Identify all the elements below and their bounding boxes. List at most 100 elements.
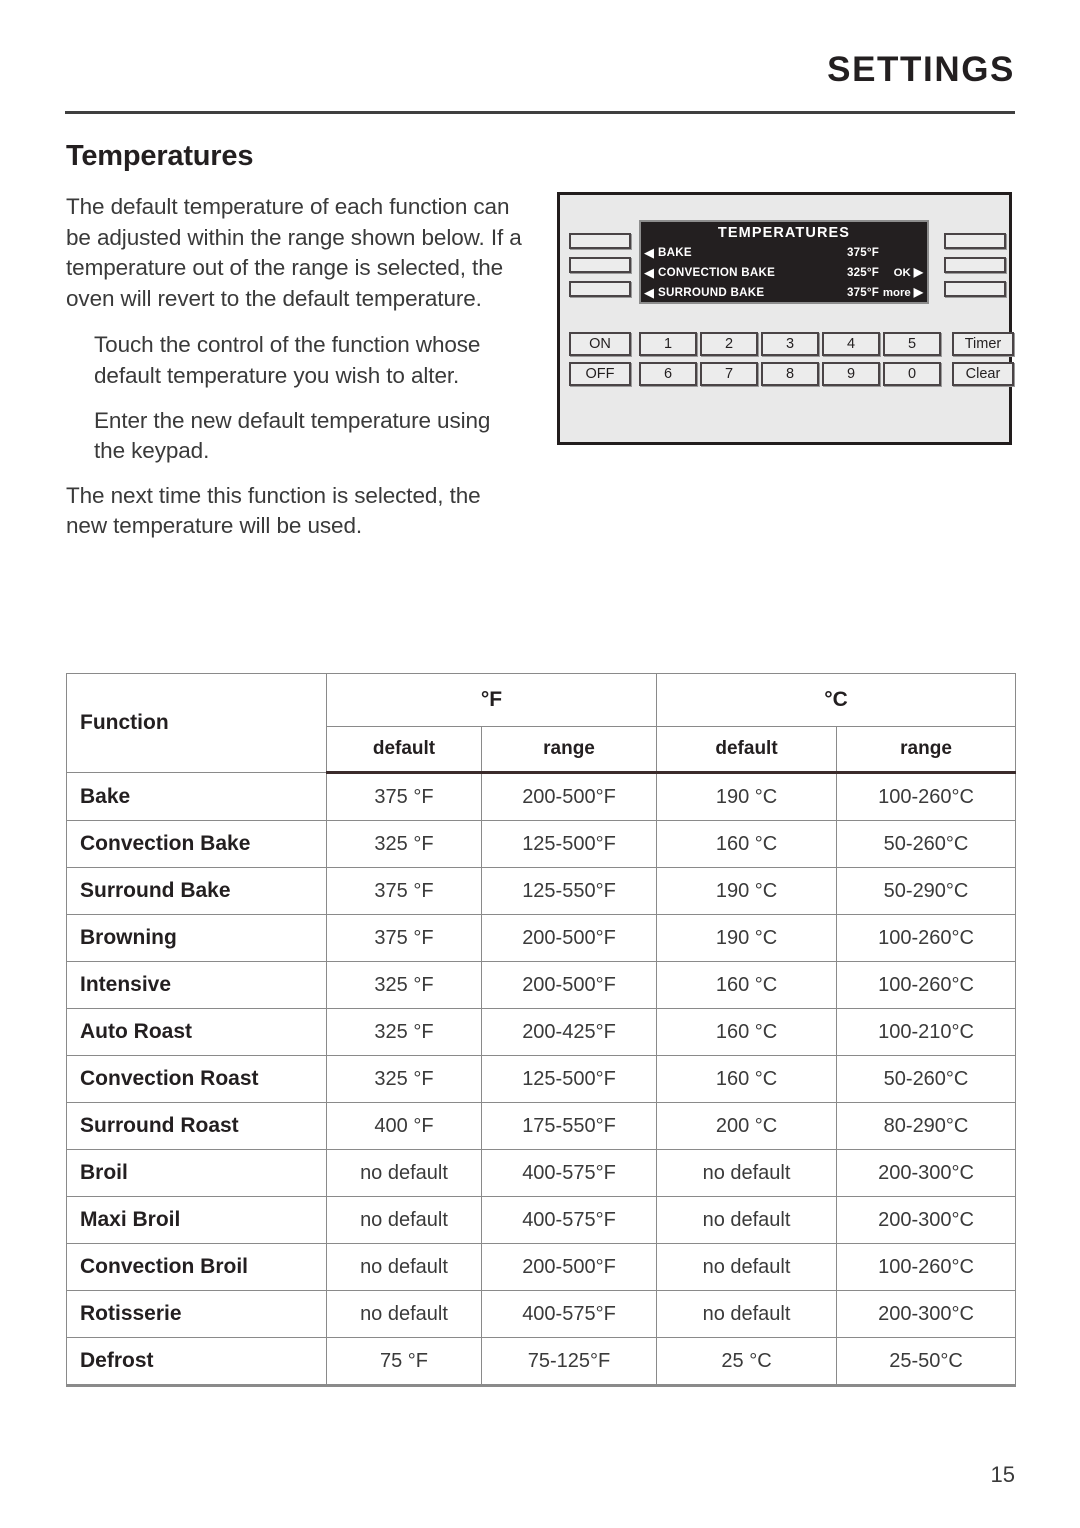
table-header-row-units: Function °F °C <box>66 673 1017 773</box>
cell-f-range: 75-125°F <box>480 1337 658 1387</box>
cell-f-range: 125-500°F <box>480 1055 658 1103</box>
cell-c-default: 190 °C <box>656 772 838 821</box>
table-row: Browning 375 °F 200-500°F 190 °C 100-260… <box>66 914 1017 962</box>
lcd-row-temperature: 375°F <box>846 285 879 299</box>
table-row: Bake 375 °F 200-500°F 190 °C 100-260°C <box>66 772 1017 821</box>
lcd-row-temperature: 325°F <box>846 265 879 279</box>
table-row: Broil no default 400-575°F no default 20… <box>66 1149 1017 1197</box>
cell-c-range: 100-260°C <box>836 772 1017 821</box>
keypad-row-bottom: OFF 6 7 8 9 0 Clear <box>569 362 1014 386</box>
cell-function: Defrost <box>66 1337 327 1387</box>
left-triangle-icon: ◀ <box>644 284 654 300</box>
lcd-display: TEMPERATURES ◀ BAKE 375°F ◀ CONVECTION B… <box>639 220 929 304</box>
cell-function: Convection Roast <box>66 1055 327 1103</box>
cell-c-default: 190 °C <box>656 867 838 915</box>
cell-f-range: 200-425°F <box>480 1008 658 1056</box>
cell-c-range: 25-50°C <box>836 1337 1017 1387</box>
key-7[interactable]: 7 <box>700 362 758 386</box>
lcd-more-label: more <box>882 287 911 299</box>
key-9[interactable]: 9 <box>822 362 880 386</box>
cell-c-default: 190 °C <box>656 914 838 962</box>
header-divider <box>65 111 1015 114</box>
key-8[interactable]: 8 <box>761 362 819 386</box>
softkey-right-2[interactable] <box>944 257 1006 273</box>
softkey-right-1[interactable] <box>944 233 1006 249</box>
column-header-f-range: range <box>480 726 658 774</box>
lcd-more-button[interactable]: more ▶ <box>879 285 923 299</box>
softkeys-left <box>569 233 631 305</box>
softkey-right-3[interactable] <box>944 281 1006 297</box>
cell-f-default: 375 °F <box>326 772 482 821</box>
lcd-row-temperature: 375°F <box>846 245 879 259</box>
cell-function: Intensive <box>66 961 327 1009</box>
column-header-c-default: default <box>656 726 838 774</box>
key-5[interactable]: 5 <box>883 332 941 356</box>
cell-f-default: 325 °F <box>326 820 482 868</box>
cell-f-range: 175-550°F <box>480 1102 658 1150</box>
cell-f-range: 400-575°F <box>480 1196 658 1244</box>
body-text-column: The default temperature of each function… <box>66 192 526 556</box>
cell-function: Maxi Broil <box>66 1196 327 1244</box>
lcd-ok-button[interactable]: OK ▶ <box>879 265 923 279</box>
paragraph-step-2: Enter the new default temperature using … <box>94 407 491 464</box>
clear-button[interactable]: Clear <box>952 362 1014 386</box>
softkey-left-3[interactable] <box>569 281 631 297</box>
key-2[interactable]: 2 <box>700 332 758 356</box>
section-heading: Temperatures <box>66 140 254 172</box>
cell-c-default: 25 °C <box>656 1337 838 1387</box>
softkeys-right <box>944 233 1006 305</box>
right-triangle-icon: ▶ <box>913 285 923 299</box>
cell-c-range: 100-260°C <box>836 1243 1017 1291</box>
cell-f-range: 200-500°F <box>480 1243 658 1291</box>
cell-c-range: 100-260°C <box>836 914 1017 962</box>
off-button[interactable]: OFF <box>569 362 631 386</box>
cell-f-default: no default <box>326 1196 482 1244</box>
column-header-fahrenheit: °F <box>325 673 658 727</box>
page-number: 15 <box>990 1462 1015 1487</box>
cell-f-range: 200-500°F <box>480 914 658 962</box>
left-triangle-icon: ◀ <box>644 244 654 260</box>
cell-f-range: 200-500°F <box>480 961 658 1009</box>
key-4[interactable]: 4 <box>822 332 880 356</box>
page-header-title: SETTINGS <box>827 50 1015 89</box>
table-row: Surround Bake 375 °F 125-550°F 190 °C 50… <box>66 867 1017 915</box>
table-row: Convection Roast 325 °F 125-500°F 160 °C… <box>66 1055 1017 1103</box>
lcd-row-label: CONVECTION BAKE <box>658 265 776 279</box>
paragraph-intro: The default temperature of each function… <box>66 194 522 311</box>
table-row: Convection Broil no default 200-500°F no… <box>66 1243 1017 1291</box>
right-triangle-icon: ▶ <box>913 265 923 279</box>
on-button[interactable]: ON <box>569 332 631 356</box>
document-page: SETTINGS Temperatures The default temper… <box>0 0 1080 1528</box>
table-row: Surround Roast 400 °F 175-550°F 200 °C 8… <box>66 1102 1017 1150</box>
cell-f-default: no default <box>326 1149 482 1197</box>
cell-c-default: 160 °C <box>656 820 838 868</box>
softkey-left-2[interactable] <box>569 257 631 273</box>
column-header-function: Function <box>66 673 327 773</box>
cell-function: Broil <box>66 1149 327 1197</box>
key-3[interactable]: 3 <box>761 332 819 356</box>
key-1[interactable]: 1 <box>639 332 697 356</box>
lcd-row-surround-bake[interactable]: ◀ SURROUND BAKE 375°F more ▶ <box>641 282 927 302</box>
paragraph-step-1: Touch the control of the function whose … <box>94 332 481 388</box>
table-row: Maxi Broil no default 400-575°F no defau… <box>66 1196 1017 1244</box>
cell-f-default: 325 °F <box>326 1008 482 1056</box>
key-6[interactable]: 6 <box>639 362 697 386</box>
left-triangle-icon: ◀ <box>644 264 654 280</box>
cell-f-default: 400 °F <box>326 1102 482 1150</box>
lcd-row-convection-bake[interactable]: ◀ CONVECTION BAKE 325°F OK ▶ <box>641 262 927 282</box>
cell-f-range: 125-500°F <box>480 820 658 868</box>
column-header-c-range: range <box>836 726 1017 774</box>
key-0[interactable]: 0 <box>883 362 941 386</box>
cell-function: Convection Bake <box>66 820 327 868</box>
cell-function: Surround Bake <box>66 867 327 915</box>
cell-function: Browning <box>66 914 327 962</box>
table-row: Convection Bake 325 °F 125-500°F 160 °C … <box>66 820 1017 868</box>
keypad-row-top: ON 1 2 3 4 5 Timer <box>569 332 1014 356</box>
table-head: Function °F °C default range default ran… <box>66 673 1017 774</box>
table-row: Defrost 75 °F 75-125°F 25 °C 25-50°C <box>66 1337 1017 1387</box>
lcd-row-label: BAKE <box>658 245 692 259</box>
lcd-row-bake[interactable]: ◀ BAKE 375°F <box>641 242 927 262</box>
column-header-celsius: °C <box>656 673 1017 727</box>
softkey-left-1[interactable] <box>569 233 631 249</box>
timer-button[interactable]: Timer <box>952 332 1014 356</box>
